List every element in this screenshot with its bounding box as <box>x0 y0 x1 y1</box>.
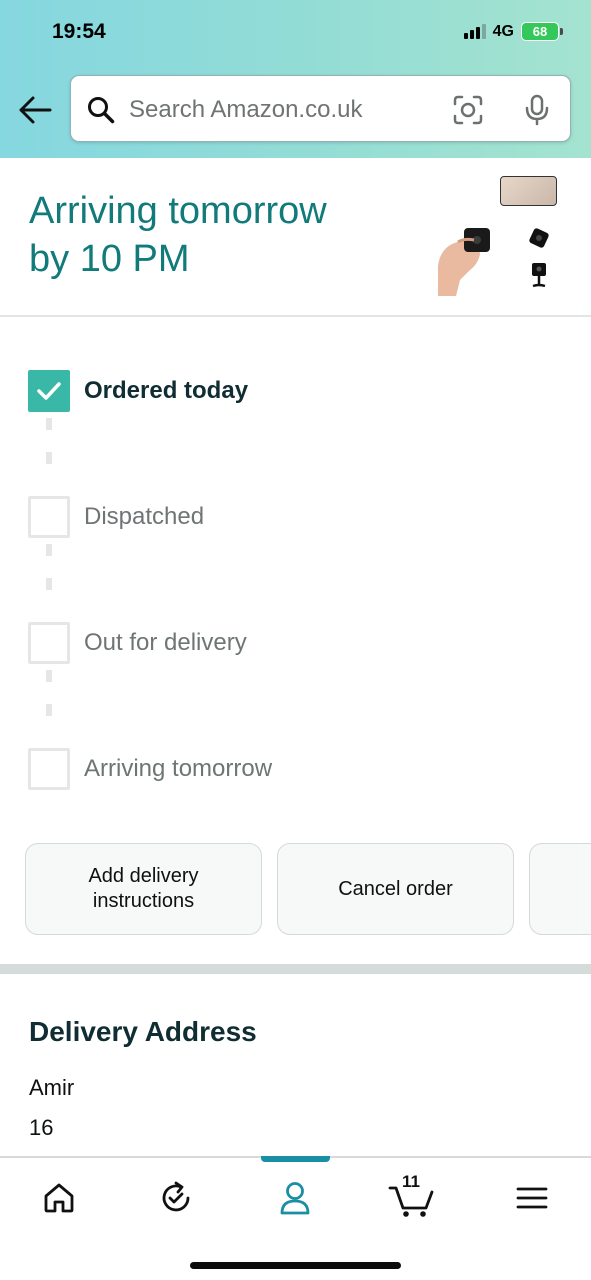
nav-buy-again[interactable] <box>146 1176 206 1220</box>
account-icon <box>280 1182 310 1215</box>
tracker-step-out-for-delivery: Out for delivery <box>28 622 247 664</box>
button-label: Add delivery instructions <box>88 864 198 914</box>
battery-icon: 68 <box>521 22 563 41</box>
tracker-connector <box>46 418 52 430</box>
buy-again-icon <box>162 1181 190 1212</box>
arrival-line-1: Arriving tomorrow <box>29 190 327 232</box>
checkbox-empty-icon <box>28 748 70 790</box>
checkbox-empty-icon <box>28 496 70 538</box>
tracker-connector <box>46 704 52 716</box>
network-type: 4G <box>492 22 514 40</box>
menu-icon <box>516 1187 548 1209</box>
checkbox-empty-icon <box>28 622 70 664</box>
tracker-step-ordered: Ordered today <box>28 370 248 412</box>
header: 19:54 4G 68 <box>0 0 591 158</box>
product-thumbnail-camera-1 <box>522 224 556 254</box>
active-tab-indicator <box>261 1156 330 1162</box>
step-label: Ordered today <box>84 377 249 404</box>
section-divider-thick <box>0 964 591 974</box>
tracker-connector <box>46 544 52 556</box>
nav-home[interactable] <box>29 1176 89 1220</box>
arrival-line-2: by 10 PM <box>29 238 190 280</box>
cart-count-badge: 11 <box>402 1172 420 1191</box>
step-label: Out for delivery <box>84 629 247 656</box>
search-bar[interactable] <box>70 75 571 142</box>
back-arrow-icon[interactable] <box>18 95 52 125</box>
button-label-line-2: instructions <box>92 890 195 912</box>
signal-icon <box>463 24 486 39</box>
add-delivery-instructions-button[interactable]: Add delivery instructions <box>25 843 262 935</box>
tracker-connector <box>46 578 52 590</box>
button-label-line-1: Add delivery <box>88 865 199 887</box>
product-thumbnail-hand <box>434 220 498 296</box>
microphone-icon[interactable] <box>524 94 550 126</box>
checkbox-checked-icon <box>28 370 70 412</box>
nav-menu[interactable] <box>502 1176 562 1220</box>
battery-level: 68 <box>532 24 548 39</box>
nav-cart[interactable]: 11 <box>382 1172 442 1220</box>
delivery-address-heading: Delivery Address <box>29 1016 257 1047</box>
home-icon <box>44 1183 74 1213</box>
home-indicator <box>190 1262 401 1269</box>
search-icon <box>88 97 115 124</box>
tracker-step-arriving: Arriving tomorrow <box>28 748 272 790</box>
address-name: Amir <box>29 1075 75 1100</box>
tracker-connector <box>46 452 52 464</box>
arrival-estimate: Arriving tomorrow by 10 PM <box>29 187 419 283</box>
product-thumbnail-app <box>500 176 557 206</box>
cancel-order-button[interactable]: Cancel order <box>277 843 514 935</box>
section-divider <box>0 315 591 317</box>
order-actions: Add delivery instructions Cancel order <box>25 843 591 935</box>
more-action-button[interactable] <box>529 843 591 935</box>
tracker-step-dispatched: Dispatched <box>28 496 204 538</box>
product-image[interactable] <box>434 176 558 300</box>
tracker-connector <box>46 670 52 682</box>
status-indicators: 4G 68 <box>463 22 563 41</box>
nav-account[interactable] <box>265 1176 325 1220</box>
button-label: Cancel order <box>338 877 453 900</box>
step-label: Arriving tomorrow <box>84 755 273 782</box>
search-input[interactable] <box>129 92 449 128</box>
camera-search-icon[interactable] <box>453 95 483 125</box>
bottom-nav: 11 <box>0 1156 591 1280</box>
product-thumbnail-camera-2 <box>522 260 556 292</box>
step-label: Dispatched <box>84 503 205 530</box>
status-time: 19:54 <box>52 20 106 43</box>
address-line-1: 16 <box>29 1115 54 1140</box>
